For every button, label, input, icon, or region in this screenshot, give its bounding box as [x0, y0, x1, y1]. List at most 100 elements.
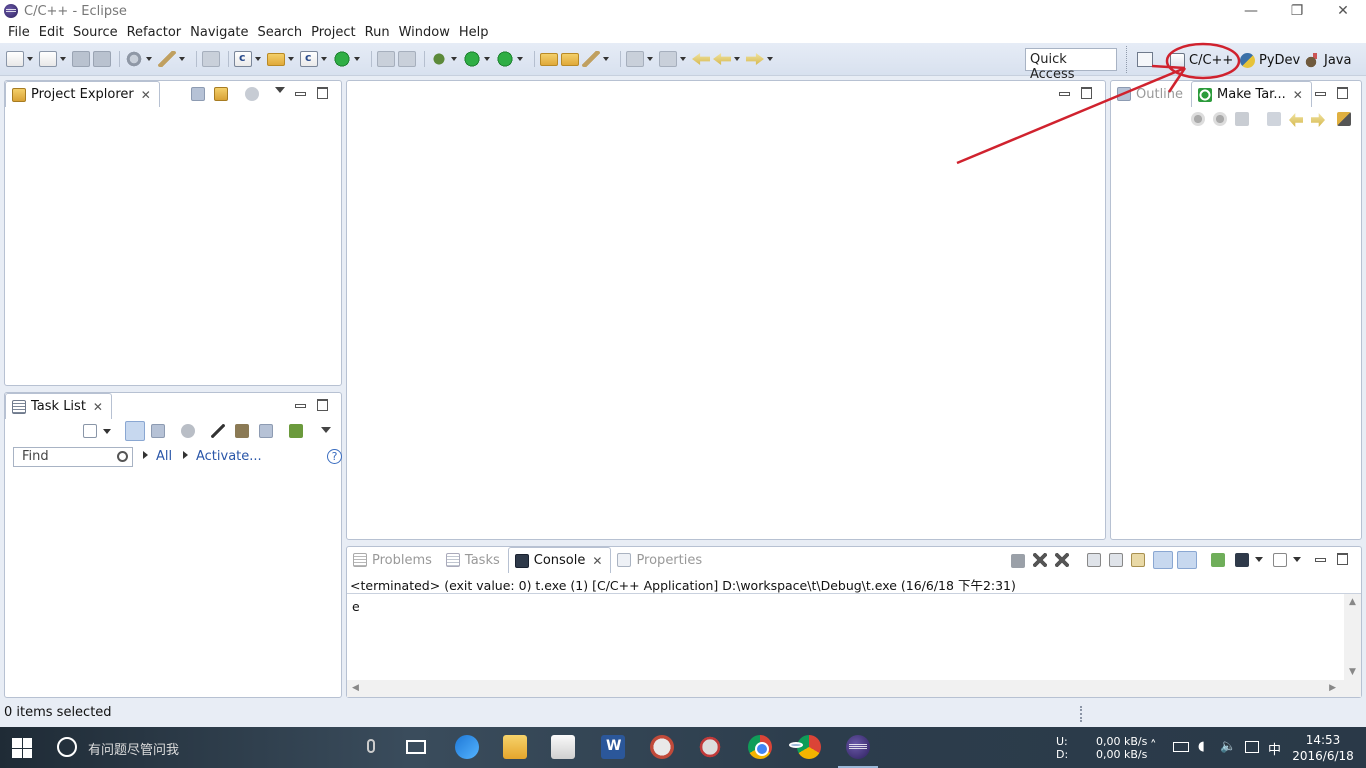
close-icon[interactable]: ✕ [141, 88, 151, 102]
maximize-icon[interactable] [1331, 86, 1353, 100]
home-icon[interactable] [1267, 112, 1281, 126]
next-annotation-icon[interactable] [626, 51, 644, 67]
debug-icon[interactable] [430, 51, 448, 67]
perspective-java[interactable]: Java [1305, 50, 1351, 70]
chevron-up-icon[interactable]: ˄ [1150, 739, 1157, 754]
menu-refactor[interactable]: Refactor [123, 25, 186, 40]
next-annotation-dropdown-icon[interactable] [647, 57, 653, 61]
terminate-icon[interactable] [1011, 554, 1025, 568]
run-dropdown-icon[interactable] [484, 57, 490, 61]
new-task-icon[interactable] [83, 424, 97, 438]
close-icon[interactable]: ✕ [93, 400, 103, 414]
scroll-left-icon[interactable]: ◀ [352, 683, 359, 693]
prev-annotation-dropdown-icon[interactable] [680, 57, 686, 61]
tab-outline[interactable]: Outline [1111, 81, 1191, 107]
debug-dropdown-icon[interactable] [451, 57, 457, 61]
collapse-all-icon[interactable] [259, 424, 273, 438]
build-config-icon[interactable] [125, 51, 143, 67]
open-perspective-icon[interactable] [1137, 52, 1153, 67]
edge-icon[interactable] [455, 735, 479, 759]
remove-all-terminated-icon[interactable] [1055, 553, 1069, 567]
search-tool-icon[interactable] [582, 51, 600, 67]
perspective-pydev[interactable]: PyDev [1240, 50, 1300, 70]
microphone-icon[interactable] [367, 739, 375, 753]
new-target-icon[interactable] [1213, 112, 1227, 126]
scroll-up-icon[interactable]: ▲ [1349, 597, 1356, 607]
link-with-editor-icon[interactable] [214, 87, 228, 101]
pin-console-icon[interactable] [1211, 553, 1225, 567]
new-cpp-project-icon[interactable] [234, 51, 252, 67]
build-config-dropdown-icon[interactable] [146, 57, 152, 61]
task-view-icon[interactable] [406, 740, 426, 754]
external-tools-icon[interactable] [496, 51, 514, 67]
menu-search[interactable]: Search [253, 25, 306, 40]
tab-task-list[interactable]: Task List ✕ [5, 393, 112, 419]
back-dropdown-icon[interactable] [734, 57, 740, 61]
new-icon[interactable] [6, 51, 24, 67]
back-icon[interactable] [1289, 113, 1303, 127]
windows-start-icon[interactable] [12, 738, 32, 758]
display-console-icon[interactable] [1235, 553, 1249, 567]
maximize-icon[interactable] [1075, 86, 1097, 100]
tab-make-targets[interactable]: Make Tar... ✕ [1191, 81, 1312, 107]
save-all-icon[interactable] [93, 51, 111, 67]
display-console-dropdown-icon[interactable] [1255, 557, 1263, 562]
build-dropdown-icon[interactable] [179, 57, 185, 61]
wifi-icon[interactable]: ◖ [1198, 739, 1205, 754]
menu-file[interactable]: File [4, 25, 34, 40]
file-explorer-icon[interactable] [503, 735, 527, 759]
search-tool-dropdown-icon[interactable] [603, 57, 609, 61]
forward-icon[interactable] [1311, 113, 1325, 127]
hide-empty-folders-icon[interactable] [1337, 112, 1351, 126]
menu-project[interactable]: Project [307, 25, 359, 40]
forward-icon[interactable] [746, 53, 764, 65]
menu-edit[interactable]: Edit [35, 25, 68, 40]
categorized-icon[interactable] [125, 421, 145, 441]
tab-problems[interactable]: Problems [347, 547, 440, 573]
new-cpp-project-dropdown-icon[interactable] [255, 57, 261, 61]
hide-completed-icon[interactable] [211, 424, 225, 438]
help-icon[interactable]: ? [327, 449, 342, 464]
notification-icon[interactable] [1245, 741, 1259, 753]
scheduled-icon[interactable] [151, 424, 165, 438]
new-dropdown-icon[interactable] [27, 57, 33, 61]
tab-project-explorer[interactable]: Project Explorer ✕ [5, 81, 160, 107]
prev-annotation-icon[interactable] [659, 51, 677, 67]
scroll-down-icon[interactable]: ▼ [1349, 667, 1356, 677]
maximize-icon[interactable] [1331, 552, 1353, 566]
minimize-icon[interactable] [1309, 86, 1331, 100]
eclipse-taskbar-icon[interactable] [838, 735, 878, 768]
build-target-icon[interactable] [1191, 112, 1205, 126]
menu-window[interactable]: Window [395, 25, 454, 40]
forward-dropdown-icon[interactable] [767, 57, 773, 61]
ime-indicator[interactable]: 中 [1268, 739, 1281, 758]
restore-window-button[interactable]: ❐ [1274, 0, 1320, 22]
clear-console-icon[interactable] [1087, 553, 1101, 567]
quick-access-field[interactable]: Quick Access [1025, 48, 1117, 82]
taskbar-search[interactable]: 有问题尽管问我 [88, 739, 179, 758]
chrome-icon[interactable] [748, 735, 772, 759]
console-output-area[interactable]: e ▲ ▼ ◀ ▶ [347, 593, 1361, 697]
perspective-cpp[interactable]: C/C++ [1170, 50, 1233, 70]
build-icon[interactable] [158, 51, 176, 67]
open-element-icon[interactable] [561, 52, 579, 66]
volume-icon[interactable]: 🔈 [1220, 739, 1236, 754]
new-class-icon[interactable] [300, 51, 318, 67]
edit-target-icon[interactable] [1235, 112, 1249, 126]
save-icon[interactable] [72, 51, 90, 67]
focus-icon[interactable] [181, 424, 195, 438]
filter-all-link[interactable]: All [143, 449, 172, 464]
new-python-icon[interactable] [333, 51, 351, 67]
menu-run[interactable]: Run [361, 25, 394, 40]
open-console-dropdown-icon[interactable] [1293, 557, 1301, 562]
minimize-icon[interactable] [289, 86, 311, 100]
back-icon[interactable] [713, 53, 731, 65]
scroll-lock-icon[interactable] [1109, 553, 1123, 567]
activate-link[interactable]: Activate... [183, 449, 262, 464]
filter-icon[interactable] [245, 87, 259, 101]
task-repositories-icon[interactable] [289, 424, 303, 438]
tab-properties[interactable]: Properties [611, 547, 710, 573]
new-source-folder-dropdown-icon[interactable] [288, 57, 294, 61]
synchronize-icon[interactable] [235, 424, 249, 438]
close-window-button[interactable]: ✕ [1320, 0, 1366, 22]
